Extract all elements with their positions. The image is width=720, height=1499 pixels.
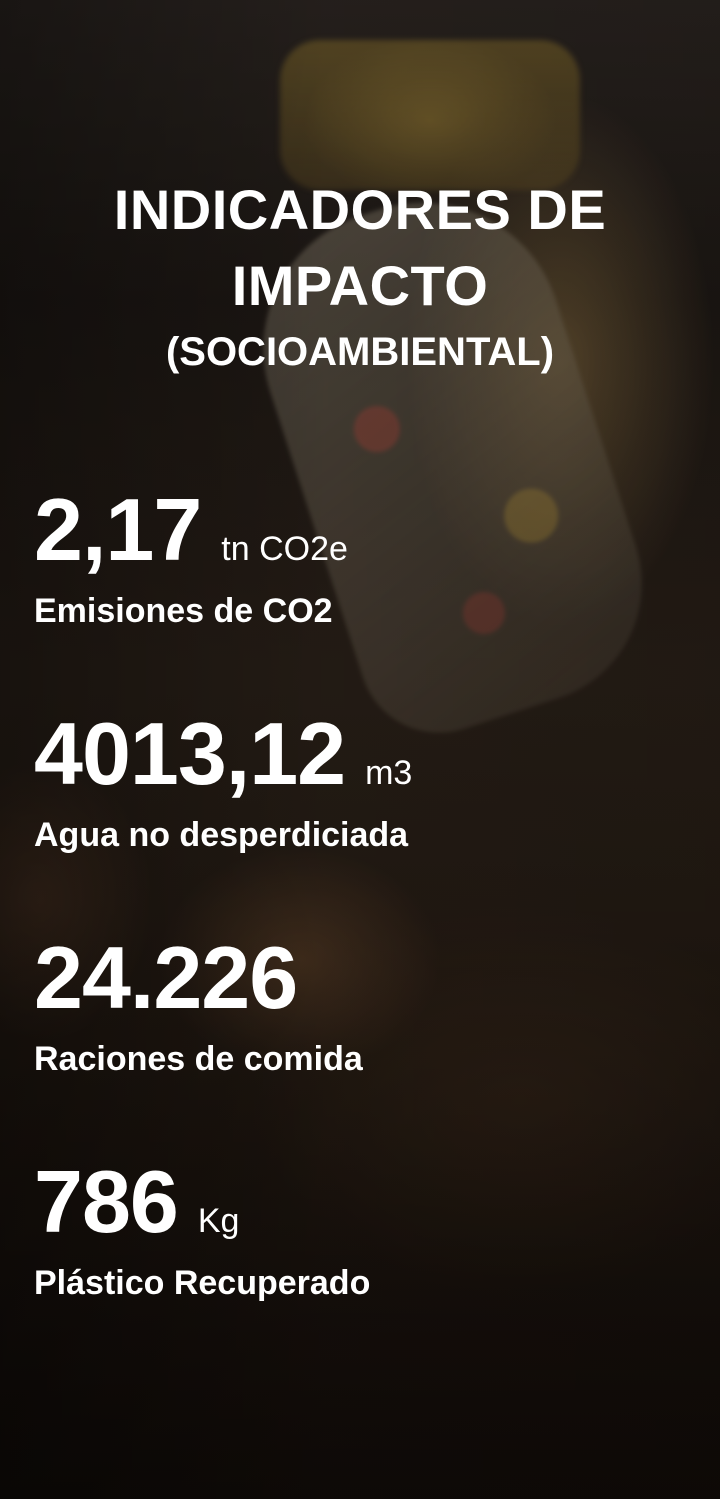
metric-value-row: 2,17 tn CO2e <box>34 482 348 578</box>
metric-label: Raciones de comida <box>34 1040 363 1078</box>
metric-unit: tn CO2e <box>221 530 348 568</box>
metric-unit: Kg <box>197 1202 240 1240</box>
page-subtitle: (SOCIOAMBIENTAL) <box>165 330 555 374</box>
metric-value: 2,17 <box>34 480 202 579</box>
metric-label: Agua no desperdiciada <box>34 816 409 854</box>
heading: INDICADORES DE IMPACTO (SOCIOAMBIENTAL) <box>0 172 720 378</box>
content: INDICADORES DE IMPACTO (SOCIOAMBIENTAL) … <box>0 0 720 1499</box>
metric-value: 4013,12 <box>34 704 346 803</box>
metric-value-row: 786 Kg <box>34 1154 370 1250</box>
impact-screen: INDICADORES DE IMPACTO (SOCIOAMBIENTAL) … <box>0 0 720 1499</box>
metric-value: 24.226 <box>34 928 298 1027</box>
metric-label: Emisiones de CO2 <box>34 592 333 630</box>
page-title: INDICADORES DE IMPACTO <box>113 178 607 317</box>
metric-label: Plástico Recuperado <box>34 1264 371 1302</box>
metric-value: 786 <box>34 1152 179 1251</box>
metric-value-row: 4013,12 m3 <box>34 706 412 802</box>
metric-water: 4013,12 m3 Agua no desperdiciada <box>34 706 412 856</box>
metric-value-row: 24.226 <box>34 930 363 1026</box>
metric-plastic: 786 Kg Plástico Recuperado <box>34 1154 370 1304</box>
metric-co2: 2,17 tn CO2e Emisiones de CO2 <box>34 482 348 632</box>
metric-food-portions: 24.226 Raciones de comida <box>34 930 363 1080</box>
metric-unit: m3 <box>365 754 413 792</box>
